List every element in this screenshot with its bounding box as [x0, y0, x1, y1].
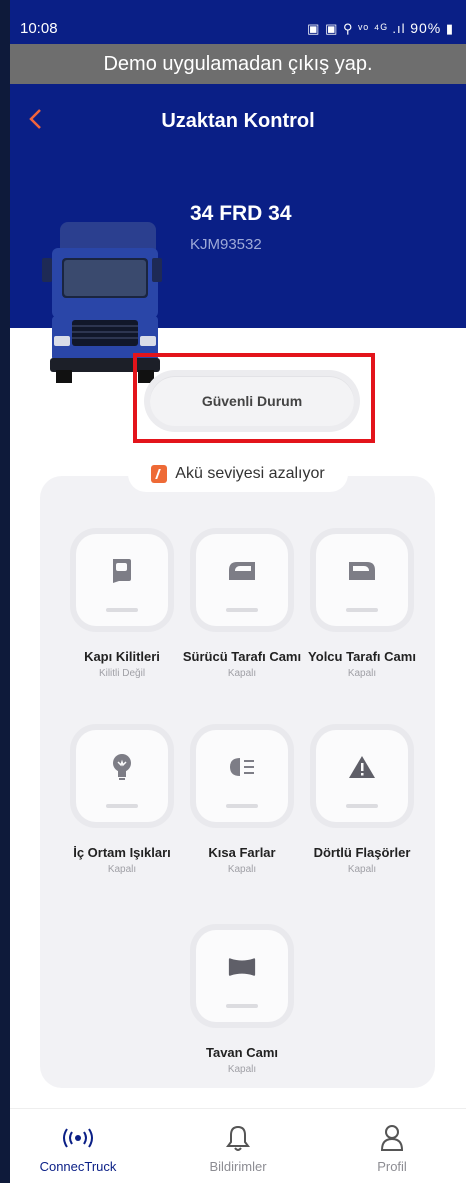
driver-window-icon	[227, 556, 257, 586]
interior-light-icon	[107, 752, 137, 782]
control-driver-window[interactable]: Sürücü Tarafı Camı Kapalı	[182, 534, 302, 679]
control-state: Kapalı	[107, 864, 137, 875]
nav-label: Profil	[377, 1159, 407, 1174]
battery-warning: Akü seviyesi azalıyor	[128, 456, 348, 492]
nav-connectruck[interactable]: ConnecTruck	[18, 1123, 138, 1174]
control-state: Kapalı	[227, 668, 257, 679]
tile-indicator	[346, 608, 378, 612]
screen: 10:08 ▣ ▣ ⚲ ᵛᵒ ⁴ᴳ .ıl 90% ▮ Demo uygulam…	[10, 0, 466, 1183]
battery-status-icon: ▮	[445, 21, 454, 36]
control-tile[interactable]	[196, 930, 288, 1022]
control-tile[interactable]	[316, 730, 408, 822]
control-name: Yolcu Tarafı Camı	[308, 649, 416, 664]
control-state: Kapalı	[347, 864, 377, 875]
control-tile[interactable]	[196, 534, 288, 626]
control-name: Dörtlü Flaşörler	[313, 845, 411, 860]
control-name: Tavan Camı	[205, 1045, 278, 1060]
control-name: İç Ortam Işıkları	[73, 845, 171, 860]
control-state: Kilitli Değil	[98, 668, 146, 679]
nav-label: Bildirimler	[209, 1159, 267, 1174]
control-passenger-window[interactable]: Yolcu Tarafı Camı Kapalı	[302, 534, 422, 679]
control-tile[interactable]	[196, 730, 288, 822]
hazard-icon	[347, 752, 377, 782]
nav-notifications[interactable]: Bildirimler	[178, 1123, 298, 1174]
bottom-nav: ConnecTruck Bildirimler Profil	[10, 1108, 466, 1183]
vehicle-vin: KJM93532	[190, 236, 262, 253]
page-title: Uzaktan Kontrol	[161, 110, 315, 132]
tile-indicator	[106, 804, 138, 808]
control-state: Kapalı	[227, 1064, 257, 1075]
sunroof-icon	[227, 952, 257, 982]
control-state: Kapalı	[227, 864, 257, 875]
control-name: Kapı Kilitleri	[84, 649, 160, 664]
headlight-icon	[227, 752, 257, 782]
status-bar: 10:08 ▣ ▣ ⚲ ᵛᵒ ⁴ᴳ .ıl 90% ▮	[10, 0, 466, 44]
tile-indicator	[226, 1004, 258, 1008]
tile-indicator	[346, 804, 378, 808]
tile-indicator	[226, 608, 258, 612]
control-door-locks[interactable]: Kapı Kilitleri Kilitli Değil	[62, 534, 182, 679]
control-name: Kısa Farlar	[208, 845, 276, 860]
nav-profile[interactable]: Profil	[332, 1123, 452, 1174]
control-sunroof[interactable]: Tavan Camı Kapalı	[182, 930, 302, 1075]
control-state: Kapalı	[347, 668, 377, 679]
bell-icon	[178, 1123, 298, 1153]
door-icon	[107, 556, 137, 586]
control-tile[interactable]	[316, 534, 408, 626]
passenger-window-icon	[347, 556, 377, 586]
status-time: 10:08	[20, 20, 58, 37]
battery-warning-icon	[151, 465, 168, 483]
battery-warning-text: Akü seviyesi azalıyor	[175, 465, 325, 482]
status-icons: ▣ ▣ ⚲ ᵛᵒ ⁴ᴳ .ıl 90% ▮	[307, 20, 454, 37]
profile-icon	[332, 1123, 452, 1153]
control-interior-lights[interactable]: İç Ortam Işıkları Kapalı	[62, 730, 182, 875]
control-hazard-lights[interactable]: Dörtlü Flaşörler Kapalı	[302, 730, 422, 875]
status-indicators: ▣ ▣ ⚲ ᵛᵒ ⁴ᴳ .ıl	[307, 21, 406, 36]
control-tile[interactable]	[76, 730, 168, 822]
demo-exit-banner[interactable]: Demo uygulamadan çıkış yap.	[10, 44, 466, 84]
vehicle-plate: 34 FRD 34	[190, 202, 292, 225]
tile-indicator	[226, 804, 258, 808]
highlight-box	[133, 353, 375, 443]
battery-percent: 90%	[410, 20, 442, 36]
tile-indicator	[106, 608, 138, 612]
connectruck-icon	[18, 1123, 138, 1153]
control-tile[interactable]	[76, 534, 168, 626]
control-name: Sürücü Tarafı Camı	[182, 649, 302, 664]
nav-label: ConnecTruck	[39, 1159, 117, 1174]
control-low-beams[interactable]: Kısa Farlar Kapalı	[182, 730, 302, 875]
demo-exit-label: Demo uygulamadan çıkış yap.	[103, 52, 373, 75]
